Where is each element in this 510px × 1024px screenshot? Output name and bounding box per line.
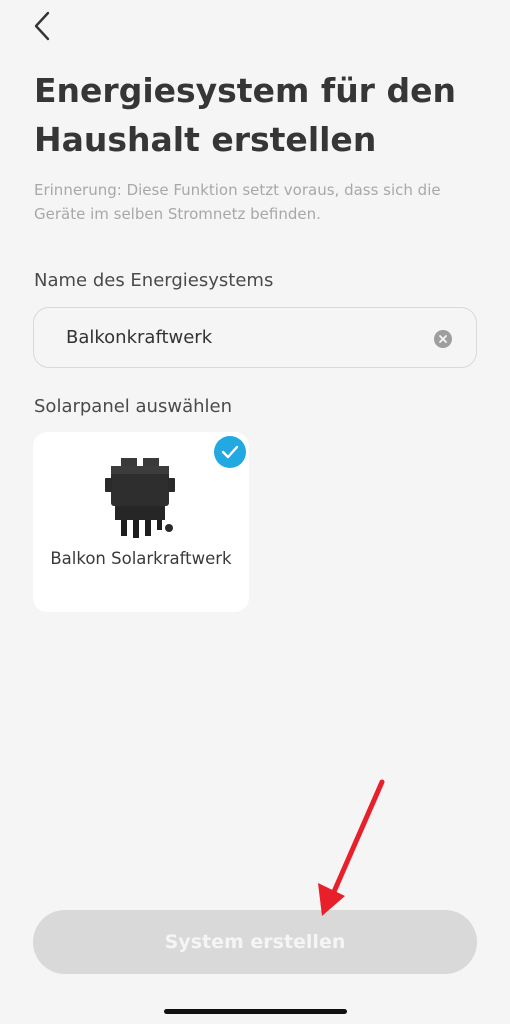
- create-system-button[interactable]: System erstellen: [33, 910, 477, 974]
- solar-panel-card[interactable]: Balkon Solarkraftwerk: [33, 432, 249, 612]
- solar-panel-name: Balkon Solarkraftwerk: [50, 549, 232, 568]
- back-button[interactable]: [26, 8, 58, 44]
- system-name-label: Name des Energiesystems: [34, 270, 274, 291]
- home-indicator: [164, 1009, 347, 1014]
- chevron-left-icon: [34, 11, 50, 41]
- clear-button[interactable]: [434, 330, 452, 348]
- system-name-field: [33, 307, 477, 368]
- clear-icon: [439, 335, 447, 343]
- page-title: Energiesystem für den Haushalt erstellen: [34, 71, 456, 159]
- selected-check-icon: [214, 436, 246, 468]
- system-name-input[interactable]: [66, 308, 426, 367]
- reminder-text: Erinnerung: Diese Funktion setzt voraus,…: [34, 181, 441, 223]
- solar-panel-label: Solarpanel auswählen: [34, 396, 232, 417]
- microinverter-device-icon: [105, 458, 175, 538]
